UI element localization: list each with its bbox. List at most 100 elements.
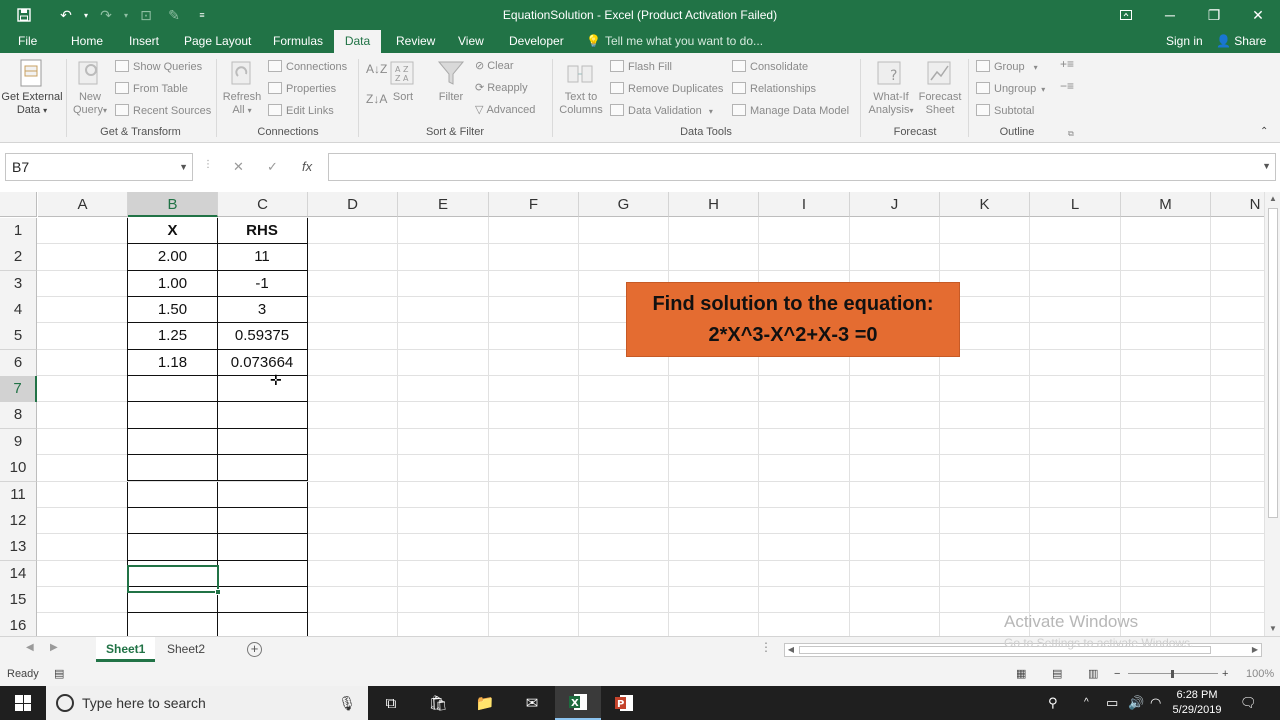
row-header-11[interactable]: 11 bbox=[0, 481, 37, 509]
table-cell-empty[interactable] bbox=[127, 613, 218, 636]
save-icon[interactable] bbox=[10, 0, 38, 30]
from-table-button[interactable]: From Table bbox=[115, 82, 188, 96]
powerpoint-taskbar-icon[interactable]: P bbox=[601, 686, 647, 720]
table-cell[interactable]: 1.00 bbox=[127, 270, 218, 298]
taskbar-search-box[interactable]: Type here to search 🎙 bbox=[46, 686, 368, 720]
add-sheet-icon[interactable]: + bbox=[247, 642, 262, 657]
show-hidden-icons-icon[interactable]: ^ bbox=[1084, 686, 1089, 720]
table-cell[interactable]: 1.50 bbox=[127, 297, 218, 324]
row-header-10[interactable]: 10 bbox=[0, 455, 37, 483]
column-header-l[interactable]: L bbox=[1030, 192, 1121, 217]
cancel-icon[interactable]: ✕ bbox=[233, 159, 244, 175]
show-queries-button[interactable]: Show Queries bbox=[115, 60, 202, 74]
clear-button[interactable]: ⊘ Clear bbox=[475, 60, 514, 73]
header-x[interactable]: X bbox=[127, 218, 218, 245]
header-rhs[interactable]: RHS bbox=[217, 218, 308, 245]
advanced-button[interactable]: ▽ Advanced bbox=[475, 104, 535, 117]
mail-icon[interactable]: ✉ bbox=[509, 686, 555, 720]
table-cell-empty[interactable] bbox=[217, 613, 308, 636]
undo-dropdown-icon[interactable]: ▾ bbox=[80, 0, 92, 30]
page-layout-view-icon[interactable]: ▤ bbox=[1052, 662, 1062, 686]
collapse-ribbon-icon[interactable]: ⌃ bbox=[1260, 125, 1268, 138]
volume-icon[interactable]: 🔊 bbox=[1128, 686, 1144, 720]
table-cell-empty[interactable] bbox=[127, 455, 218, 482]
horizontal-scroll-thumb[interactable] bbox=[799, 646, 1211, 654]
worksheet-grid[interactable]: ABCDEFGHIJKLMN 1 2 3 4 5 6 7 8 9 10 11 12 13 14 15 16 X… bbox=[0, 192, 1264, 636]
row-header-12[interactable]: 12 bbox=[0, 507, 37, 535]
table-cell-empty[interactable] bbox=[127, 428, 218, 456]
vertical-scroll-thumb[interactable] bbox=[1268, 208, 1278, 518]
row-header-2[interactable]: 2 bbox=[0, 244, 37, 272]
task-view-icon[interactable]: ⧉ bbox=[368, 686, 414, 720]
refresh-all-button[interactable]: Refresh All ▾ bbox=[219, 91, 265, 117]
column-header-a[interactable]: A bbox=[38, 192, 128, 217]
sort-az-icon[interactable]: A↓Z bbox=[366, 63, 387, 76]
tab-developer[interactable]: Developer bbox=[501, 30, 572, 53]
table-cell-empty[interactable] bbox=[217, 481, 308, 508]
column-header-h[interactable]: H bbox=[669, 192, 759, 217]
row-header-1[interactable]: 1 bbox=[0, 218, 37, 245]
filter-button[interactable]: Filter bbox=[432, 91, 470, 104]
redo-dropdown-icon[interactable]: ▾ bbox=[120, 0, 132, 30]
system-clock[interactable]: 6:28 PM 5/29/2019 bbox=[1164, 688, 1230, 718]
column-header-k[interactable]: K bbox=[940, 192, 1030, 217]
close-icon[interactable]: ✕ bbox=[1236, 0, 1280, 30]
table-cell-empty[interactable] bbox=[217, 534, 308, 561]
column-header-j[interactable]: J bbox=[850, 192, 940, 217]
tab-data[interactable]: Data bbox=[334, 30, 381, 53]
what-if-analysis-button[interactable]: What-If Analysis▾ bbox=[864, 91, 918, 117]
scroll-left-icon[interactable]: ◀ bbox=[785, 644, 797, 656]
name-box[interactable]: B7 ▼ bbox=[5, 153, 193, 181]
table-cell[interactable]: 2.00 bbox=[127, 244, 218, 271]
tab-home[interactable]: Home bbox=[63, 30, 111, 53]
formula-input[interactable]: ▼ bbox=[328, 153, 1276, 181]
tab-file[interactable]: File bbox=[10, 30, 45, 53]
properties-button[interactable]: Properties bbox=[268, 82, 336, 96]
tab-page-layout[interactable]: Page Layout bbox=[176, 30, 259, 53]
table-cell-empty[interactable] bbox=[217, 560, 308, 587]
start-button[interactable] bbox=[0, 686, 46, 720]
minimize-icon[interactable]: ─ bbox=[1148, 0, 1192, 30]
row-header-7[interactable]: 7 bbox=[0, 376, 37, 404]
connections-button[interactable]: Connections bbox=[268, 60, 347, 74]
show-detail-icon[interactable]: +≡ bbox=[1060, 58, 1074, 71]
scroll-up-icon[interactable]: ▲ bbox=[1265, 192, 1280, 206]
table-cell-empty[interactable] bbox=[127, 376, 218, 403]
zoom-level[interactable]: 100% bbox=[1246, 662, 1274, 686]
row-header-16[interactable]: 16 bbox=[0, 613, 37, 636]
consolidate-button[interactable]: Consolidate bbox=[732, 60, 808, 74]
table-cell[interactable]: 1.18 bbox=[127, 349, 218, 377]
column-header-f[interactable]: F bbox=[489, 192, 579, 217]
form-icon[interactable]: ✎ bbox=[160, 0, 188, 30]
scroll-down-icon[interactable]: ▼ bbox=[1265, 622, 1280, 636]
tab-review[interactable]: Review bbox=[388, 30, 443, 53]
file-explorer-icon[interactable]: 📁 bbox=[462, 686, 508, 720]
redo-icon[interactable]: ↷ bbox=[92, 0, 120, 30]
ribbon-display-options-icon[interactable] bbox=[1104, 0, 1148, 30]
column-header-c[interactable]: C bbox=[218, 192, 308, 217]
table-cell-empty[interactable] bbox=[217, 376, 308, 403]
table-cell-empty[interactable] bbox=[127, 534, 218, 561]
store-icon[interactable]: 🛍 bbox=[415, 686, 461, 720]
column-header-d[interactable]: D bbox=[308, 192, 398, 217]
row-header-5[interactable]: 5 bbox=[0, 323, 37, 351]
fill-handle[interactable] bbox=[215, 589, 221, 595]
sheet-nav-right-icon[interactable]: ▶ bbox=[50, 642, 58, 653]
wifi-icon[interactable]: ◠ bbox=[1150, 686, 1161, 720]
subtotal-button[interactable]: Subtotal bbox=[976, 104, 1034, 118]
sheet-tab-sheet1[interactable]: Sheet1 bbox=[96, 637, 156, 662]
table-cell-empty[interactable] bbox=[127, 481, 218, 508]
table-cell-empty[interactable] bbox=[217, 586, 308, 614]
new-query-button[interactable]: New Query▾ bbox=[68, 91, 112, 117]
column-header-b[interactable]: B bbox=[128, 192, 218, 217]
table-cell[interactable]: -1 bbox=[217, 270, 308, 298]
row-header-9[interactable]: 9 bbox=[0, 428, 37, 456]
row-header-15[interactable]: 15 bbox=[0, 586, 37, 614]
row-header-8[interactable]: 8 bbox=[0, 402, 37, 430]
undo-icon[interactable]: ↶ bbox=[52, 0, 80, 30]
table-cell-empty[interactable] bbox=[127, 507, 218, 535]
zoom-slider-thumb[interactable] bbox=[1171, 670, 1174, 678]
equation-text-box[interactable]: Find solution to the equation: 2*X^3-X^2… bbox=[626, 282, 960, 357]
chevron-down-icon[interactable]: ▼ bbox=[179, 154, 188, 180]
relationships-button[interactable]: Relationships bbox=[732, 82, 816, 96]
